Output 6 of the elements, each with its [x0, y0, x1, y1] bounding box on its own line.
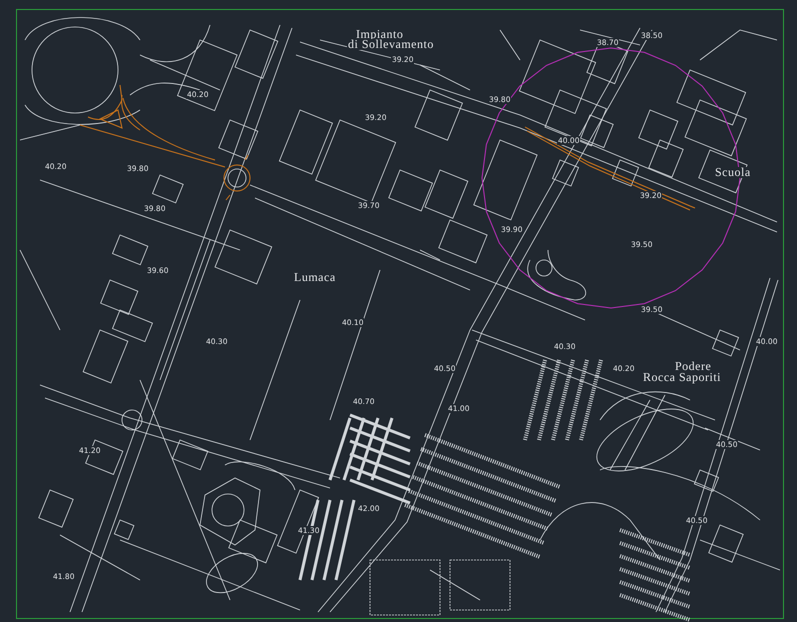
place-name-label: Scuola [714, 167, 752, 178]
place-name-label: di Sollevamento [347, 39, 435, 50]
place-name-label: Rocca Saporiti [642, 372, 722, 383]
place-name-label: Lumaca [293, 272, 337, 283]
place-name-label: Impianto [355, 29, 404, 40]
place-name-label: Podere [674, 361, 712, 372]
